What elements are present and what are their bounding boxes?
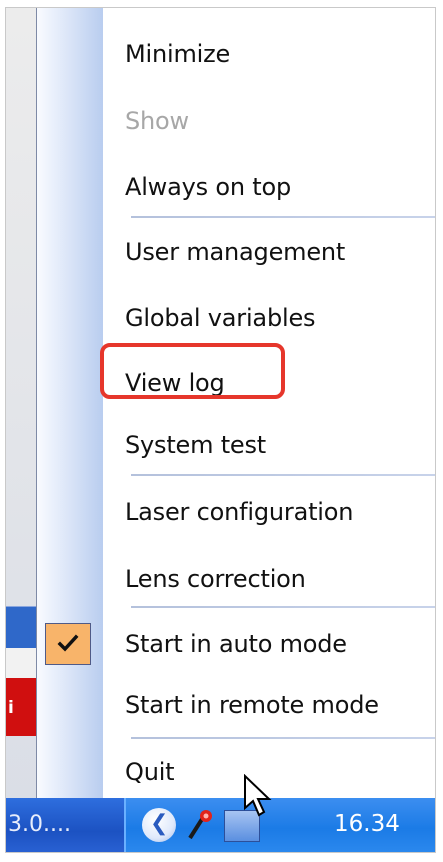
- system-tray: ❮ 16.34: [124, 798, 435, 852]
- menu-item-label: Lens correction: [125, 565, 306, 593]
- background-window-body: [6, 648, 36, 678]
- menu-item-system-test[interactable]: System test: [37, 414, 435, 476]
- menu-item-label: Always on top: [125, 173, 292, 201]
- mouse-cursor-icon: [244, 774, 272, 817]
- menu-item-label: Minimize: [125, 40, 231, 68]
- checkmark-box: [45, 623, 91, 665]
- tray-context-menu: Minimize Show Always on top User managem…: [36, 8, 435, 798]
- menu-item-label: System test: [125, 431, 267, 459]
- view-log-highlight-outline: [100, 343, 285, 399]
- menu-separator: [131, 737, 435, 739]
- menu-item-label: Laser configuration: [125, 498, 354, 526]
- menu-item-label: Show: [125, 107, 189, 135]
- menu-item-label: User management: [125, 238, 346, 266]
- menu-item-start-in-remote-mode[interactable]: Start in remote mode: [37, 674, 435, 736]
- menu-separator: [131, 216, 435, 218]
- menu-item-user-management[interactable]: User management: [37, 221, 435, 283]
- background-window-red-panel: i: [6, 678, 36, 736]
- menu-item-quit[interactable]: Quit: [37, 741, 435, 803]
- menu-item-label: Start in remote mode: [125, 691, 379, 719]
- menu-item-laser-configuration[interactable]: Laser configuration: [37, 481, 435, 543]
- background-window-text: i: [8, 698, 14, 718]
- menu-item-minimize[interactable]: Minimize: [37, 23, 435, 85]
- menu-item-show: Show: [37, 90, 435, 152]
- menu-item-start-in-auto-mode[interactable]: Start in auto mode: [37, 613, 435, 675]
- menu-item-label: Global variables: [125, 304, 316, 332]
- taskbar-button-text[interactable]: 3.0....: [8, 812, 71, 837]
- clock[interactable]: 16.34: [334, 811, 400, 837]
- menu-item-always-on-top[interactable]: Always on top: [37, 156, 435, 218]
- menu-item-lens-correction[interactable]: Lens correction: [37, 548, 435, 610]
- menu-separator: [131, 474, 435, 476]
- menu-separator: [131, 606, 435, 608]
- screenshot-frame: i Minimize Show Always on top User manag…: [5, 7, 436, 853]
- checkmark-icon: [57, 634, 79, 652]
- app-tray-icon[interactable]: [186, 808, 216, 842]
- chevron-left-icon[interactable]: ❮: [142, 808, 176, 842]
- menu-item-global-variables[interactable]: Global variables: [37, 287, 435, 349]
- menu-item-label: Quit: [125, 758, 175, 786]
- menu-item-label: Start in auto mode: [125, 630, 347, 658]
- taskbar: 3.0.... ❮ 16.34: [6, 798, 435, 852]
- background-window-titlebar: [6, 606, 36, 649]
